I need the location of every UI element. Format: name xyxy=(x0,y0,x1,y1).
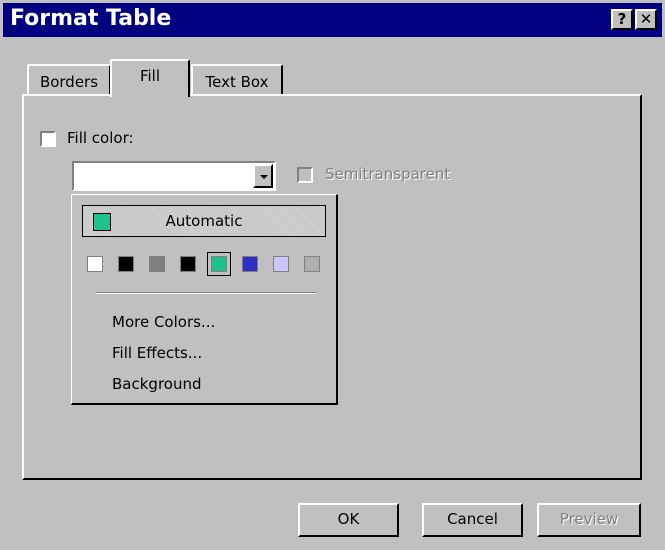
format-table-dialog: Format Table ? ✕ Borders Text Box Fill F… xyxy=(0,0,665,550)
semitransparent-label: Semitransparent xyxy=(325,165,451,183)
semitransparent-checkbox[interactable] xyxy=(297,167,313,183)
color-swatch[interactable] xyxy=(207,252,231,276)
background-item[interactable]: Background xyxy=(112,375,202,393)
fill-color-label: Fill color: xyxy=(67,129,134,147)
fill-color-combo[interactable] xyxy=(72,161,276,191)
color-swatch[interactable] xyxy=(273,256,289,272)
color-swatch[interactable] xyxy=(180,256,196,272)
tab-text-box-label: Text Box xyxy=(205,73,269,91)
tab-borders-label: Borders xyxy=(39,73,99,91)
tab-fill[interactable]: Fill xyxy=(110,59,190,97)
fill-color-checkbox[interactable] xyxy=(40,131,56,147)
color-swatch[interactable] xyxy=(304,256,320,272)
preview-button[interactable]: Preview xyxy=(537,503,641,537)
combo-dropdown-button[interactable] xyxy=(253,164,273,188)
chevron-down-icon xyxy=(260,175,268,179)
more-colors-item[interactable]: More Colors... xyxy=(112,313,215,331)
color-swatch[interactable] xyxy=(118,256,134,272)
close-button[interactable]: ✕ xyxy=(635,9,657,30)
help-button[interactable]: ? xyxy=(611,9,633,30)
cancel-button[interactable]: Cancel xyxy=(422,503,523,537)
color-swatch[interactable] xyxy=(149,256,165,272)
color-swatch[interactable] xyxy=(242,256,258,272)
ok-button[interactable]: OK xyxy=(298,503,399,537)
dialog-title: Format Table xyxy=(10,6,172,31)
tab-fill-label: Fill xyxy=(139,67,161,85)
title-bar: Format Table ? ✕ xyxy=(3,3,662,37)
automatic-color-option[interactable]: Automatic xyxy=(82,205,326,237)
tab-borders[interactable]: Borders xyxy=(27,64,111,94)
color-dropdown: Automatic More Colors... Fill Effects...… xyxy=(71,194,338,405)
automatic-label: Automatic xyxy=(165,212,243,230)
color-swatch[interactable] xyxy=(87,256,103,272)
fill-effects-item[interactable]: Fill Effects... xyxy=(112,344,202,362)
dropdown-separator xyxy=(96,292,316,294)
tab-text-box[interactable]: Text Box xyxy=(191,64,283,94)
